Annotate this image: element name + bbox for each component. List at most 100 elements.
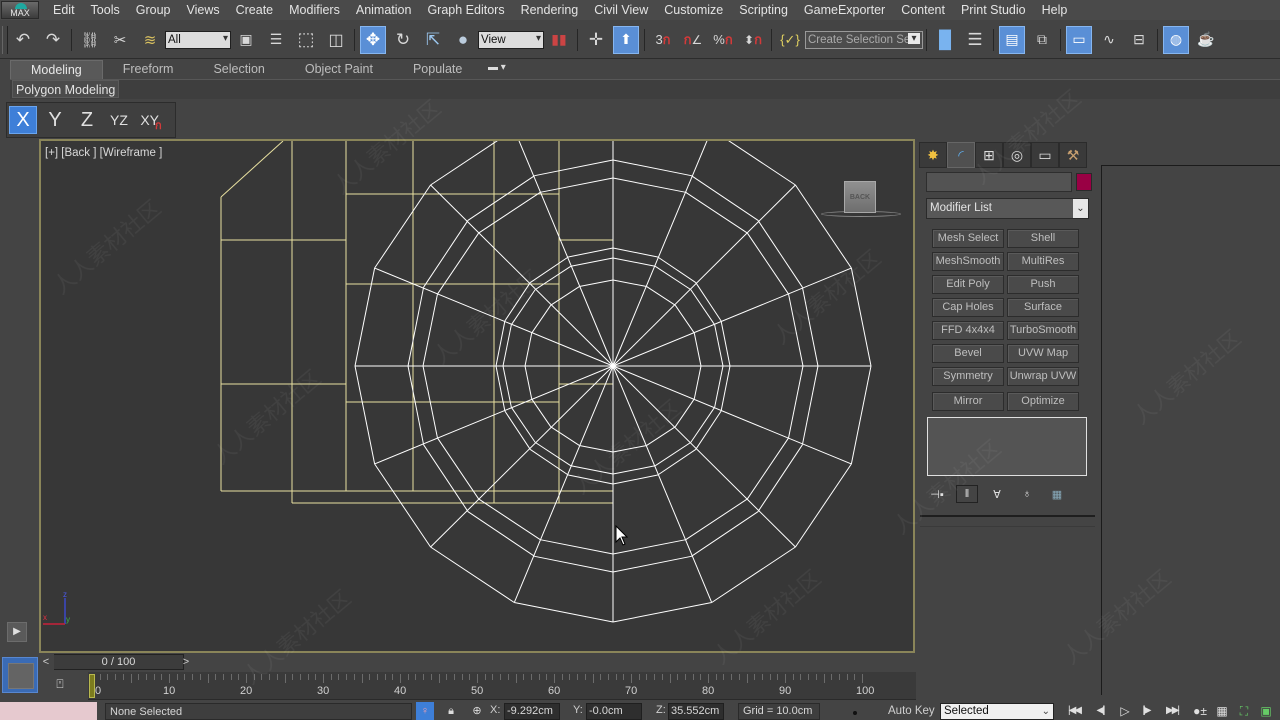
zoom-all-button[interactable]: ▦ <box>1210 702 1234 720</box>
zoom-extents-all-button[interactable]: ▣ <box>1254 702 1278 720</box>
viewport-label-menu[interactable]: [+] [Back ] [Wireframe ] <box>45 147 162 159</box>
layer-explorer-button[interactable]: ⧉ <box>1029 26 1055 54</box>
x-coord-field[interactable]: -9.292cm <box>504 703 560 720</box>
polygon-modeling-panel-label[interactable]: Polygon Modeling <box>12 80 120 98</box>
ribbon-tab-freeform[interactable]: Freeform <box>103 60 194 80</box>
modifier-button-edit-poly[interactable]: Edit Poly <box>932 275 1004 294</box>
previous-frame-button[interactable]: < <box>39 654 53 670</box>
axis-constraint-xy-button[interactable]: XY ก <box>137 106 165 134</box>
modifier-list-dropdown[interactable]: Modifier List ⌄ <box>926 198 1089 219</box>
menu-group[interactable]: Group <box>128 3 179 17</box>
menu-create[interactable]: Create <box>228 3 282 17</box>
open-mini-curve-editor-button[interactable]: ⍞ <box>50 677 70 695</box>
modifier-button-symmetry[interactable]: Symmetry <box>932 367 1004 386</box>
select-object-button[interactable]: ▣ <box>233 26 259 54</box>
modifier-button-bevel[interactable]: Bevel <box>932 344 1004 363</box>
viewport-layout-tab-toggle[interactable]: ▶ <box>7 622 27 642</box>
render-setup-button[interactable]: ☕ <box>1193 26 1219 54</box>
object-name-field[interactable] <box>926 172 1072 192</box>
configure-modifier-sets-button[interactable]: ▦ <box>1046 485 1068 503</box>
modifier-button-meshsmooth[interactable]: MeshSmooth <box>932 252 1004 271</box>
curve-editor-button[interactable]: ∿ <box>1096 26 1122 54</box>
mirror-button[interactable]: ▐▌ <box>932 26 958 54</box>
previous-key-button[interactable]: ◀|| <box>1088 702 1112 720</box>
axis-constraint-z-button[interactable]: Z <box>73 106 101 134</box>
adaptive-degradation-indicator[interactable] <box>853 711 857 715</box>
axis-constraint-x-button[interactable]: X <box>9 106 37 134</box>
ribbon-tab-object-paint[interactable]: Object Paint <box>285 60 393 80</box>
show-end-result-button[interactable]: ‖ <box>956 485 978 503</box>
hierarchy-tab[interactable]: ⊞ <box>975 142 1003 168</box>
redo-button[interactable]: ↷ <box>40 26 66 54</box>
undo-button[interactable]: ↶ <box>10 26 36 54</box>
menu-modifiers[interactable]: Modifiers <box>281 3 348 17</box>
menu-edit[interactable]: Edit <box>45 3 83 17</box>
current-frame-marker[interactable] <box>89 674 95 698</box>
object-color-swatch[interactable] <box>1076 173 1092 191</box>
back-viewport[interactable]: [+] [Back ] [Wireframe ] BACK z y x <box>39 139 915 653</box>
modifier-button-mesh-select[interactable]: Mesh Select <box>932 229 1004 248</box>
menu-scripting[interactable]: Scripting <box>731 3 796 17</box>
modifier-button-multires[interactable]: MultiRes <box>1007 252 1079 271</box>
selection-filter-dropdown[interactable]: All ▾ <box>165 30 231 49</box>
percent-snap-toggle-button[interactable]: %ก <box>710 26 736 54</box>
isolate-selection-button[interactable]: ♀ <box>416 702 434 720</box>
track-bar[interactable]: 0 10 20 30 40 50 60 70 80 90 100 <box>88 672 916 700</box>
z-coord-field[interactable]: 35.552cm <box>668 703 724 720</box>
select-manipulate-button[interactable]: ✛ <box>583 26 609 54</box>
make-unique-button[interactable]: ∀ <box>986 485 1008 503</box>
bind-to-space-warp-button[interactable]: ≋ <box>137 26 163 54</box>
menu-rendering[interactable]: Rendering <box>513 3 587 17</box>
maxscript-listener-field[interactable] <box>0 702 97 720</box>
modify-tab[interactable]: ◜ <box>947 142 975 168</box>
ribbon-options-button[interactable]: ▬ ▾ <box>488 62 506 73</box>
y-coord-field[interactable]: -0.0cm <box>586 703 642 720</box>
menu-animation[interactable]: Animation <box>348 3 420 17</box>
zoom-extents-button[interactable]: ⛶ <box>1232 702 1256 720</box>
auto-key-button[interactable]: Auto Key <box>888 703 936 720</box>
modifier-stack-list[interactable] <box>927 417 1087 476</box>
application-button[interactable]: MAX <box>1 1 39 19</box>
select-and-move-button[interactable]: ✥ <box>360 25 386 54</box>
create-tab[interactable]: ✸ <box>919 142 947 168</box>
select-and-link-button[interactable]: ⛓ <box>77 26 103 54</box>
modifier-button-push[interactable]: Push <box>1007 275 1079 294</box>
selection-lock-toggle[interactable]: 🔒︎ <box>442 702 460 720</box>
menu-tools[interactable]: Tools <box>83 3 128 17</box>
toggle-ribbon-button[interactable]: ▭ <box>1066 25 1092 54</box>
menu-content[interactable]: Content <box>893 3 953 17</box>
snaps-toggle-button[interactable]: 3ก <box>650 26 676 54</box>
menu-civil-view[interactable]: Civil View <box>586 3 656 17</box>
ribbon-tab-modeling[interactable]: Modeling <box>10 60 103 80</box>
menu-graph-editors[interactable]: Graph Editors <box>419 3 512 17</box>
next-frame-button[interactable]: > <box>179 654 193 670</box>
time-slider[interactable]: < 0 / 100 > <box>39 654 194 671</box>
viewcube[interactable]: BACK <box>844 181 876 213</box>
absolute-offset-toggle[interactable]: ⊕ <box>468 702 486 720</box>
scene-explorer-button[interactable]: ▤ <box>999 25 1025 54</box>
time-slider-thumb[interactable]: 0 / 100 <box>54 654 184 670</box>
modifier-button-surface[interactable]: Surface <box>1007 298 1079 317</box>
ribbon-tab-populate[interactable]: Populate <box>393 60 482 80</box>
window-crossing-button[interactable]: ◫ <box>323 26 349 54</box>
display-tab[interactable]: ▭ <box>1031 142 1059 168</box>
keyboard-shortcut-override-button[interactable]: ⬆ <box>613 25 639 54</box>
align-button[interactable]: ☰ <box>962 26 988 54</box>
schematic-view-button[interactable]: ⊟ <box>1126 26 1152 54</box>
edit-named-selection-sets-button[interactable]: {✓} <box>777 26 803 54</box>
pivot-center-button[interactable]: ▮▮ <box>546 26 572 54</box>
motion-tab[interactable]: ◎ <box>1003 142 1031 168</box>
ribbon-tab-selection[interactable]: Selection <box>193 60 284 80</box>
menu-print-studio[interactable]: Print Studio <box>953 3 1034 17</box>
remove-modifier-button[interactable]: ♁ <box>1016 485 1038 503</box>
modifier-button-mirror[interactable]: Mirror <box>932 392 1004 411</box>
select-and-rotate-button[interactable]: ↻ <box>390 26 416 54</box>
select-and-scale-button[interactable]: ⇱ <box>420 26 446 54</box>
named-selection-sets-dropdown[interactable]: Create Selection Se ▾ <box>805 30 923 49</box>
angle-snap-toggle-button[interactable]: ก∠ <box>680 26 706 54</box>
menu-views[interactable]: Views <box>178 3 227 17</box>
modifier-button-cap-holes[interactable]: Cap Holes <box>932 298 1004 317</box>
select-by-name-button[interactable]: ☰ <box>263 26 289 54</box>
maxscript-mini-listener[interactable] <box>2 657 38 693</box>
pin-stack-button[interactable]: ⊣▪ <box>926 485 948 503</box>
